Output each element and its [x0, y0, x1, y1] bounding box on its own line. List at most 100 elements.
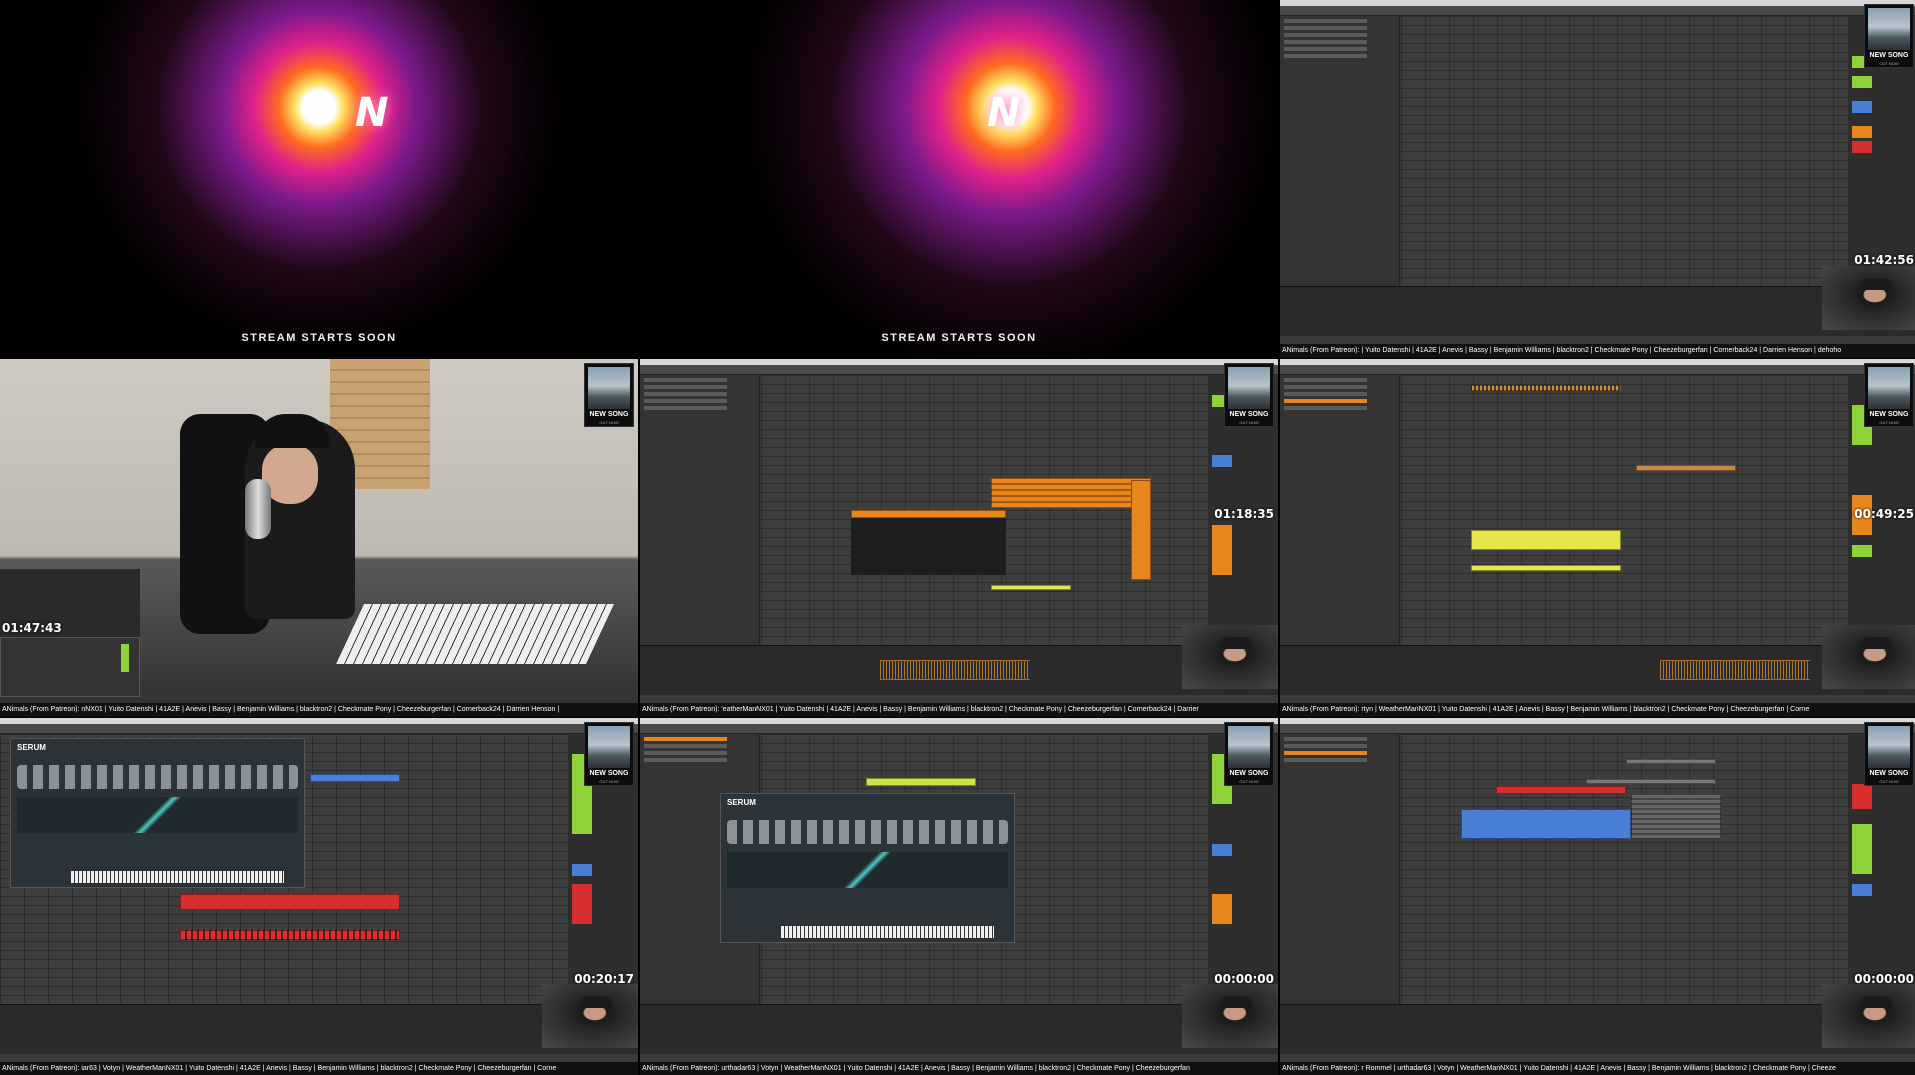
- new-song-badge: NEW SONG OUT NOW: [1224, 722, 1274, 786]
- stream-starts-text: STREAM STARTS SOON: [881, 332, 1037, 344]
- new-song-badge: NEW SONG OUT NOW: [1864, 4, 1914, 68]
- transport-toolbar[interactable]: [0, 724, 638, 734]
- meter-strip: [121, 644, 129, 672]
- clip[interactable]: [1471, 385, 1621, 391]
- daw-frame-4: SERUM NEW SONG OUT NOW 00:20:17 ANimals (…: [0, 718, 638, 1075]
- webcam-overlay: [542, 984, 638, 1048]
- webcam-overlay: [1822, 984, 1915, 1048]
- synth-plugin-window[interactable]: SERUM: [720, 793, 1015, 943]
- meter-strip: [572, 884, 592, 924]
- browser-panel[interactable]: [640, 375, 760, 645]
- clip[interactable]: [1626, 759, 1716, 764]
- arrangement-view[interactable]: [1401, 375, 1848, 645]
- patreon-ticker: ANimals (From Patreon): r Rommel | urtha…: [1280, 1062, 1915, 1075]
- device-panel[interactable]: [1280, 1004, 1915, 1054]
- patreon-ticker: ANimals (From Patreon): iar63 | Votyn | …: [0, 1062, 638, 1075]
- waveform: [1660, 660, 1810, 680]
- clip[interactable]: [1131, 480, 1151, 580]
- new-song-badge: NEW SONG OUT NOW: [1864, 722, 1914, 786]
- new-song-badge: NEW SONG OUT NOW: [584, 722, 634, 786]
- badge-title: NEW SONG: [589, 770, 629, 777]
- device-panel[interactable]: [1280, 286, 1915, 336]
- browser-panel[interactable]: [1280, 375, 1400, 645]
- patreon-ticker: ANimals (From Patreon): urthadar63 | Vot…: [640, 1062, 1278, 1075]
- album-art: [1228, 367, 1270, 409]
- badge-title: NEW SONG: [1869, 52, 1909, 59]
- knob-row[interactable]: [17, 765, 298, 789]
- new-song-badge: NEW SONG OUT NOW: [1224, 363, 1274, 427]
- cap-icon: [1220, 636, 1253, 649]
- badge-subtitle: OUT NOW: [1879, 61, 1899, 66]
- microphone-icon: [245, 479, 271, 539]
- arrangement-view[interactable]: [1401, 16, 1848, 286]
- clip[interactable]: [1636, 465, 1736, 471]
- piano-keys[interactable]: [781, 926, 994, 938]
- clip[interactable]: [1631, 794, 1721, 839]
- transport-toolbar[interactable]: [640, 365, 1278, 375]
- meter-strip: [1852, 126, 1872, 138]
- waveform: [880, 660, 1030, 680]
- device-panel[interactable]: [1280, 645, 1915, 695]
- midi-keyboard: [336, 604, 614, 664]
- daw-thumbnail: [0, 637, 140, 697]
- webcam-overlay: [1822, 625, 1915, 689]
- envelope-display[interactable]: [727, 852, 1008, 888]
- transport-toolbar[interactable]: [1280, 365, 1915, 375]
- clip[interactable]: [1471, 530, 1621, 550]
- envelope-display[interactable]: [17, 797, 298, 833]
- album-art: [588, 367, 630, 409]
- piano-keys[interactable]: [71, 871, 284, 883]
- hat: [255, 414, 330, 448]
- album-art: [1868, 726, 1910, 768]
- badge-subtitle: OUT NOW: [599, 420, 619, 425]
- timecode: 01:18:35: [1214, 507, 1274, 521]
- cap-icon: [1860, 636, 1893, 649]
- clip[interactable]: [1496, 786, 1626, 794]
- meter-strip: [1212, 455, 1232, 467]
- browser-panel[interactable]: [1280, 734, 1400, 1004]
- timecode: 00:49:25: [1854, 507, 1914, 521]
- arrangement-view[interactable]: [1401, 734, 1848, 1004]
- daw-frame-6: NEW SONG OUT NOW 00:00:00 ANimals (From P…: [1280, 718, 1915, 1075]
- webcam-overlay: [1182, 984, 1278, 1048]
- audio-clip[interactable]: [991, 478, 1151, 508]
- clip[interactable]: [866, 778, 976, 786]
- clip[interactable]: [1471, 565, 1621, 571]
- new-song-badge: NEW SONG OUT NOW: [584, 363, 634, 427]
- badge-subtitle: OUT NOW: [1239, 420, 1259, 425]
- webcam-overlay: [1822, 266, 1915, 330]
- clip[interactable]: [180, 894, 400, 910]
- clip[interactable]: [310, 774, 400, 782]
- intro-screen-1: N STREAM STARTS SOON: [0, 0, 638, 358]
- clip[interactable]: [1461, 809, 1631, 839]
- meter-strip: [1852, 824, 1872, 874]
- logo-n-icon: N: [355, 90, 389, 136]
- badge-title: NEW SONG: [1869, 770, 1909, 777]
- album-art: [1228, 726, 1270, 768]
- badge-subtitle: OUT NOW: [1239, 779, 1259, 784]
- synth-plugin-window[interactable]: SERUM: [10, 738, 305, 888]
- studio-camera: NEW SONG OUT NOW 01:47:43 ANimals (From P…: [0, 359, 638, 717]
- meter-strip: [1852, 101, 1872, 113]
- clip[interactable]: [180, 930, 400, 940]
- album-art: [588, 726, 630, 768]
- transport-toolbar[interactable]: [1280, 724, 1915, 734]
- timecode: 01:42:56: [1854, 253, 1914, 267]
- meter-strip: [1852, 784, 1872, 809]
- clip[interactable]: [851, 510, 1006, 518]
- meter-strip: [1852, 545, 1872, 557]
- browser-panel[interactable]: [1280, 16, 1400, 286]
- transport-toolbar[interactable]: [1280, 6, 1915, 16]
- new-song-badge: NEW SONG OUT NOW: [1864, 363, 1914, 427]
- clip[interactable]: [1586, 779, 1716, 784]
- patreon-ticker: ANimals (From Patreon): nNX01 | Yuito Da…: [0, 703, 638, 717]
- badge-title: NEW SONG: [1869, 411, 1909, 418]
- selected-region[interactable]: [851, 515, 1006, 575]
- intro-screen-2: N STREAM STARTS SOON: [640, 0, 1278, 358]
- meter-strip: [1212, 894, 1232, 924]
- transport-toolbar[interactable]: [640, 724, 1278, 734]
- clip[interactable]: [991, 585, 1071, 590]
- knob-row[interactable]: [727, 820, 1008, 844]
- webcam-overlay: [1182, 625, 1278, 689]
- arrangement-view[interactable]: [761, 375, 1208, 645]
